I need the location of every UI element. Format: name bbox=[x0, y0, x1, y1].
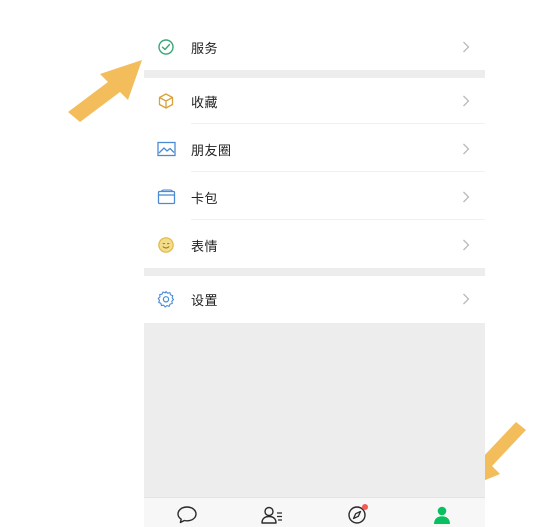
divider bbox=[191, 171, 485, 172]
tab-me[interactable] bbox=[400, 498, 485, 527]
chevron-right-icon bbox=[461, 93, 471, 109]
card-wallet-icon bbox=[155, 186, 177, 208]
tab-contacts[interactable] bbox=[229, 498, 314, 527]
section-gap bbox=[144, 268, 485, 276]
menu-item-label: 设置 bbox=[191, 293, 219, 309]
menu-item-label: 服务 bbox=[191, 41, 219, 57]
moments-icon bbox=[155, 138, 177, 160]
menu-item-favorites[interactable]: 收藏 bbox=[144, 78, 485, 124]
settings-icon bbox=[155, 288, 177, 310]
menu-item-stickers[interactable]: 表情 bbox=[144, 222, 485, 268]
chevron-right-icon bbox=[461, 39, 471, 55]
tab-discover[interactable] bbox=[315, 498, 400, 527]
menu-item-card-wallet[interactable]: 卡包 bbox=[144, 174, 485, 220]
sticker-icon bbox=[155, 234, 177, 256]
menu-item-moments[interactable]: 朋友圈 bbox=[144, 126, 485, 172]
service-icon bbox=[155, 36, 177, 58]
chevron-right-icon bbox=[461, 189, 471, 205]
menu-item-label: 卡包 bbox=[191, 191, 219, 207]
empty-background-area bbox=[144, 323, 485, 497]
section-gap bbox=[144, 70, 485, 78]
menu-item-label: 表情 bbox=[191, 239, 219, 255]
menu-item-label: 收藏 bbox=[191, 95, 219, 111]
bottom-tab-bar bbox=[144, 497, 485, 527]
menu-item-label: 朋友圈 bbox=[191, 143, 232, 159]
chat-bubble-icon bbox=[176, 505, 198, 527]
divider bbox=[191, 123, 485, 124]
chevron-right-icon bbox=[461, 237, 471, 253]
screenshot-stage: 服务 收藏 朋友圈 卡包 表情 设置 bbox=[0, 0, 550, 527]
chevron-right-icon bbox=[461, 141, 471, 157]
divider bbox=[191, 219, 485, 220]
wechat-me-screen: 服务 收藏 朋友圈 卡包 表情 设置 bbox=[144, 0, 485, 527]
tab-chats[interactable] bbox=[144, 498, 229, 527]
menu-item-settings[interactable]: 设置 bbox=[144, 276, 485, 322]
annotation-arrow-top-icon bbox=[68, 60, 142, 122]
contacts-icon bbox=[260, 505, 284, 527]
chevron-right-icon bbox=[461, 291, 471, 307]
favorites-icon bbox=[155, 90, 177, 112]
person-icon bbox=[431, 505, 453, 527]
menu-item-service[interactable]: 服务 bbox=[144, 24, 485, 70]
